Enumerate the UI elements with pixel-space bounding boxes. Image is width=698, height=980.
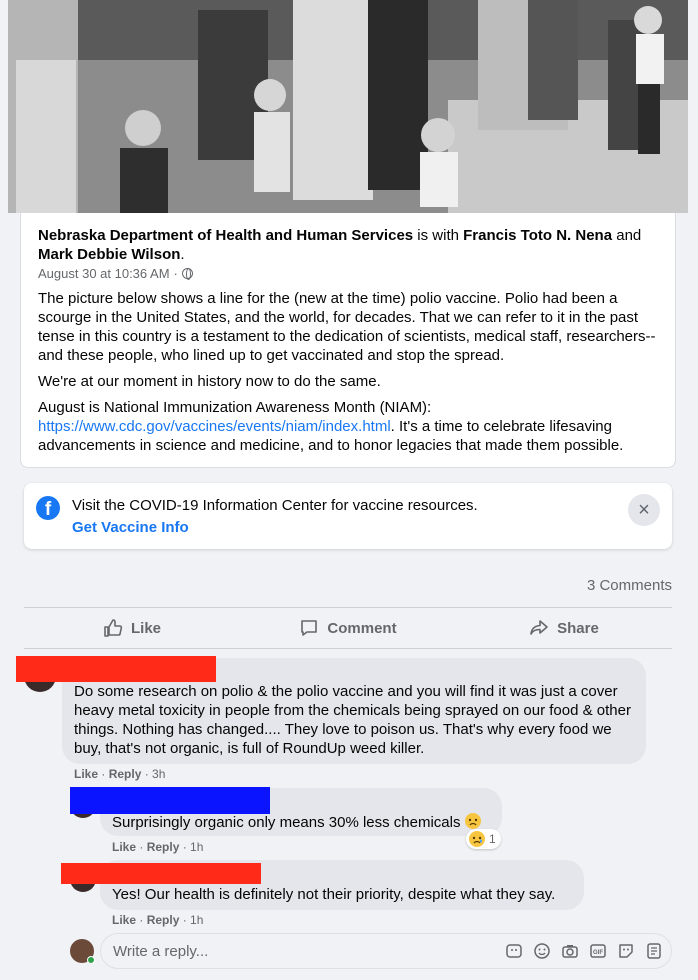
share-icon <box>530 620 548 635</box>
comment-like-link[interactable]: Like <box>112 913 136 927</box>
disappointed-face-icon <box>464 813 481 829</box>
meta-separator: · <box>173 266 178 281</box>
share-label: Share <box>557 619 599 637</box>
reaction-count: 1 <box>489 832 496 846</box>
comment-button[interactable]: Comment <box>240 610 456 646</box>
covid-info-card: f Visit the COVID-19 Information Center … <box>24 483 672 549</box>
redaction-bar <box>16 656 216 682</box>
period: . <box>180 246 185 263</box>
with-text: is with <box>413 227 464 244</box>
facebook-icon: f <box>36 496 60 520</box>
share-button[interactable]: Share <box>456 610 672 646</box>
comment-time[interactable]: 3h <box>152 767 165 781</box>
camera-icon[interactable] <box>561 942 579 960</box>
comment-like-link[interactable]: Like <box>74 767 98 781</box>
cdc-link[interactable]: https://www.cdc.gov/vaccines/events/niam… <box>38 418 391 435</box>
action-bar: Like Comment Share <box>24 610 672 646</box>
comment-text: Do some research on polio & the polio va… <box>74 683 631 757</box>
redaction-bar <box>70 787 270 814</box>
comment-reply-link[interactable]: Reply <box>109 767 142 781</box>
svg-text:GIF: GIF <box>593 950 603 956</box>
comment-label: Comment <box>327 619 397 637</box>
reply-placeholder: Write a reply... <box>113 943 209 960</box>
post-card: Nebraska Department of Health and Human … <box>20 213 676 468</box>
reply-toolbar: GIF <box>505 942 663 960</box>
online-status-dot <box>87 956 95 964</box>
paragraph-text: August is National Immunization Awarenes… <box>38 399 432 416</box>
stickers-pack-icon[interactable] <box>645 942 663 960</box>
post-paragraph: The picture below shows a line for the (… <box>38 290 656 364</box>
post-photo[interactable] <box>8 0 688 213</box>
like-label: Like <box>130 619 161 637</box>
comment-time[interactable]: 1h <box>190 840 203 854</box>
reaction-badge[interactable]: 1 <box>466 829 501 849</box>
comment-text: Surprisingly organic only means 30% less… <box>112 814 461 831</box>
comment-reply-link[interactable]: Reply <box>147 913 180 927</box>
tagged-person-link[interactable]: Francis Toto N. Nena <box>463 227 612 244</box>
like-button[interactable]: Like <box>24 610 240 646</box>
and-text: and <box>612 227 642 244</box>
close-button[interactable]: × <box>628 494 660 526</box>
post-paragraph: We're at our moment in history now to do… <box>38 373 381 390</box>
post-timestamp[interactable]: August 30 at 10:36 AM <box>38 266 170 281</box>
comments-count[interactable]: 3 Comments <box>587 577 672 594</box>
sad-reaction-icon <box>469 831 485 847</box>
post-header: Nebraska Department of Health and Human … <box>38 226 658 264</box>
comment-time[interactable]: 1h <box>190 913 203 927</box>
globe-icon[interactable] <box>181 268 193 280</box>
comment-actions: Like · Reply · 1h <box>112 913 204 927</box>
comment-text: Yes! Our health is definitely not their … <box>112 886 556 903</box>
post-paragraph: August is National Immunization Awarenes… <box>38 398 668 455</box>
emoji-icon[interactable] <box>533 942 551 960</box>
divider <box>24 648 672 649</box>
post-meta: August 30 at 10:36 AM · <box>38 266 193 281</box>
reply-input[interactable]: Write a reply... GIF <box>100 933 672 969</box>
thumbs-up-icon <box>104 619 123 637</box>
post-body: The picture below shows a line for the (… <box>38 289 668 462</box>
get-vaccine-info-link[interactable]: Get Vaccine Info <box>72 519 189 536</box>
comment-icon <box>301 620 318 636</box>
reply-text-row: Surprisingly organic only means 30% less… <box>112 813 481 832</box>
comment-like-link[interactable]: Like <box>112 840 136 854</box>
comment-actions: Like · Reply · 3h <box>74 767 166 781</box>
tagged-person-link[interactable]: Mark Debbie Wilson <box>38 246 180 263</box>
avatar-sticker-icon[interactable] <box>505 942 523 960</box>
divider <box>24 607 672 608</box>
photo-illustration <box>8 0 688 213</box>
redaction-bar <box>61 863 261 884</box>
sticker-icon[interactable] <box>617 942 635 960</box>
page-name-link[interactable]: Nebraska Department of Health and Human … <box>38 227 413 244</box>
comment-actions: Like · Reply · 1h <box>112 840 204 854</box>
info-center-text: Visit the COVID-19 Information Center fo… <box>72 497 478 514</box>
gif-icon[interactable]: GIF <box>589 942 607 960</box>
comment-reply-link[interactable]: Reply <box>147 840 180 854</box>
